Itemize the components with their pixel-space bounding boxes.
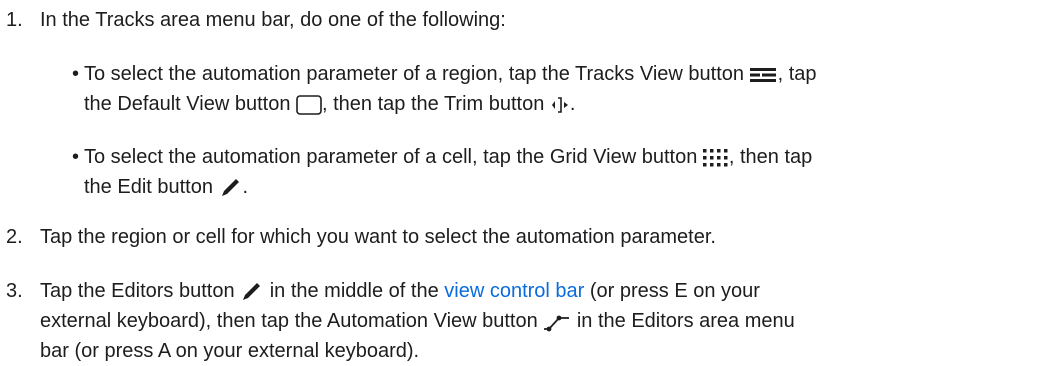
bullet-text: To select the automation parameter of a …: [84, 142, 1059, 202]
bullet-text-part: the Edit button: [84, 176, 213, 198]
view-control-bar-link[interactable]: view control bar: [444, 280, 584, 302]
step-text-part: bar (or press A on your external keyboar…: [40, 340, 420, 362]
step-text-part: in the Editors area menu: [576, 310, 795, 332]
step-number: 1.: [6, 9, 23, 31]
step-text: In the Tracks area menu bar, do one of t…: [40, 9, 506, 31]
step-text-part: Tap the Editors button: [40, 280, 235, 302]
step-text-part: external keyboard), then tap the Automat…: [40, 310, 538, 332]
trim-icon: [550, 95, 570, 115]
default-view-icon: [296, 94, 322, 115]
tracks-view-icon: [749, 67, 778, 83]
edit-icon: [219, 177, 243, 199]
step-number: 3.: [6, 280, 23, 302]
bullet-text: To select the automation parameter of a …: [84, 59, 1059, 119]
bullet-text-part: , tap: [777, 63, 817, 85]
grid-view-icon: [702, 148, 729, 167]
bullet-text-part: the Default View button: [84, 93, 291, 115]
step-text: Tap the region or cell for which you wan…: [40, 226, 716, 248]
bullet-text-part: To select the automation parameter of a …: [84, 146, 698, 168]
bullet-dot: •: [72, 146, 80, 168]
step-text-part: (or press E on your: [589, 280, 760, 302]
automation-view-icon: [543, 312, 571, 332]
bullet-text-part: To select the automation parameter of a …: [84, 63, 745, 85]
step-text: Tap the Editors button in the middle of …: [40, 276, 1059, 366]
editors-icon: [240, 281, 264, 303]
bullet-text-part: .: [242, 176, 249, 198]
bullet-text-part: .: [569, 93, 576, 115]
bullet-dot: •: [72, 63, 80, 85]
step-text-part: in the middle of the: [269, 280, 439, 302]
step-number: 2.: [6, 226, 23, 248]
bullet-text-part: , then tap the Trim button: [322, 93, 545, 115]
bullet-text-part: , then tap: [728, 146, 813, 168]
